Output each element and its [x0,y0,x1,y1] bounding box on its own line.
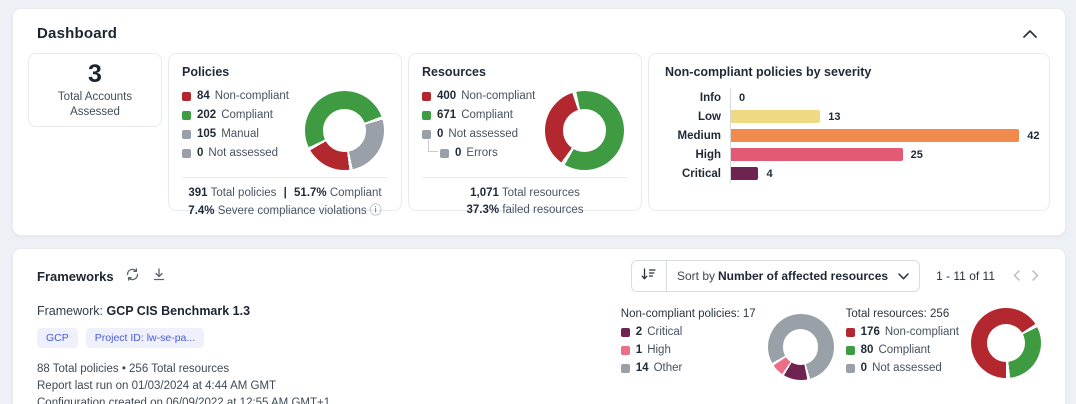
resources-card: Resources 400 Non-compliant 671 Compliant … [408,53,642,216]
refresh-icon [126,268,139,284]
total-accounts-label: Total Accounts Assessed [57,90,133,118]
page-title: Dashboard [37,25,118,42]
policies-card-footer: 391 Total policies | 51.7% Compliant 7.4… [182,177,388,220]
bar-row: High 25 [665,145,1033,164]
noncompliant-policies-summary: Non-compliant policies: 17 2 Critical 1 Hi… [620,308,756,374]
legend-swatch [620,345,630,355]
legend-item: 14 Other [620,362,756,374]
framework-resources-donut-chart[interactable] [971,308,1041,378]
severity-bar-chart: Info 0 Low 13 Medium 42 High 25 Critical… [665,88,1040,183]
sort-by-dropdown[interactable]: Sort by Number of affected resources [667,269,898,283]
tag-gcp[interactable]: GCP [37,328,78,348]
frameworks-panel: Frameworks Sort by Number of affected re… [12,248,1066,404]
framework-row[interactable]: Framework: GCP CIS Benchmark 1.3 GCP Pro… [37,304,1041,404]
stats-last-run: Report last run on 01/03/2024 at 4:44 AM… [37,380,277,392]
legend-swatch [845,345,855,355]
legend-item: 1 High [620,344,756,356]
severity-chart-title: Non-compliant policies by severity [665,65,872,79]
download-button[interactable] [151,266,167,286]
legend-item: 400 Non-compliant [422,90,535,102]
legend-item: 0 Not assessed [845,362,959,374]
sort-order-button[interactable] [632,261,667,291]
policies-card-title: Policies [182,65,230,79]
legend-swatch [620,327,630,337]
chevron-left-icon [1013,269,1020,284]
legend-swatch [182,148,191,158]
policies-legend: 84 Non-compliant 202 Compliant 105 Manual 0… [182,90,289,170]
download-icon [153,268,165,284]
policies-card: Policies 84 Non-compliant 202 Compliant 10… [168,53,402,217]
total-resources-summary: Total resources: 256 176 Non-compliant 80… [845,308,959,374]
dashboard-panel: Dashboard 3 Total Accounts Assessed Poli… [12,8,1066,236]
legend-item: 80 Compliant [845,344,959,356]
legend-swatch [182,129,191,139]
severity-chart-card: Non-compliant policies by severity Info … [648,53,1050,211]
chevron-up-icon [1023,26,1037,41]
legend-item: 105 Manual [182,128,289,140]
frameworks-title: Frameworks [37,268,114,284]
info-icon[interactable]: ⓘ [370,203,382,217]
bar-medium[interactable] [731,129,1020,142]
total-accounts-card: 3 Total Accounts Assessed [28,53,162,127]
legend-swatch [845,363,855,373]
bar-row: Critical 4 [665,164,1033,183]
framework-charts: Non-compliant policies: 17 2 Critical 1 Hi… [620,304,1041,404]
legend-item: 2 Critical [620,326,756,338]
legend-item: 0 Not assessed [182,147,289,159]
legend-item: 0 Not assessed [422,128,535,140]
legend-swatch [845,327,855,337]
pagination-info: 1 - 11 of 11 [936,269,995,283]
dashboard-header: Dashboard [13,9,1065,43]
sort-control[interactable]: Sort by Number of affected resources [630,260,921,292]
legend-item-errors: 0 Errors [428,140,535,159]
legend-item: 176 Non-compliant [845,326,959,338]
bar-row: Medium 42 [665,126,1040,145]
chevron-right-icon [1032,269,1039,284]
legend-item: 84 Non-compliant [182,90,289,102]
frameworks-header: Frameworks Sort by Number of affected re… [13,249,1065,292]
framework-policies-donut-chart[interactable] [767,314,834,380]
tag-project-id[interactable]: Project ID: lw-se-pa... [85,328,205,348]
bar-row: Low 13 [665,107,1033,126]
refresh-button[interactable] [124,266,141,286]
total-accounts-value: 3 [88,59,102,88]
chevron-down-icon [898,272,909,280]
pagination-next-button[interactable] [1026,267,1045,286]
stats-totals: 88 Total policies • 256 Total resources [37,363,230,375]
legend-item: 202 Compliant [182,109,289,121]
stats-created: Configuration created on 06/09/2022 at 1… [37,397,331,404]
legend-swatch [440,148,449,158]
sort-descending-icon [641,267,657,285]
legend-swatch [422,129,431,139]
legend-swatch [182,110,191,120]
legend-swatch [182,91,191,101]
framework-name: Framework: GCP CIS Benchmark 1.3 [37,304,251,318]
bar-row: Info 0 [665,88,1033,107]
bar-low[interactable] [731,110,821,123]
summary-cards-row: 3 Total Accounts Assessed Policies 84 Non… [28,53,1050,217]
framework-details: Framework: GCP CIS Benchmark 1.3 GCP Pro… [37,304,330,404]
pagination-prev-button[interactable] [1007,267,1026,286]
framework-tags: GCP Project ID: lw-se-pa... [37,328,330,348]
compliance-dashboard-page: Dashboard 3 Total Accounts Assessed Poli… [0,0,1076,404]
resources-card-title: Resources [422,65,486,79]
legend-swatch [422,110,431,120]
resources-donut-chart[interactable] [545,91,624,170]
resources-card-footer: 1,071 Total resources 37.3% failed resou… [422,177,628,219]
collapse-panel-button[interactable] [1021,24,1039,43]
frameworks-controls: Sort by Number of affected resources 1 - … [630,260,1045,292]
legend-swatch [422,91,431,101]
bar-critical[interactable] [731,167,759,180]
legend-item: 671 Compliant [422,109,535,121]
policies-donut-chart[interactable] [305,91,384,170]
legend-swatch [620,363,630,373]
resources-legend: 400 Non-compliant 671 Compliant 0 Not asses… [422,90,535,170]
framework-stats: 88 Total policies • 256 Total resources … [37,361,330,404]
bar-high[interactable] [731,148,903,161]
